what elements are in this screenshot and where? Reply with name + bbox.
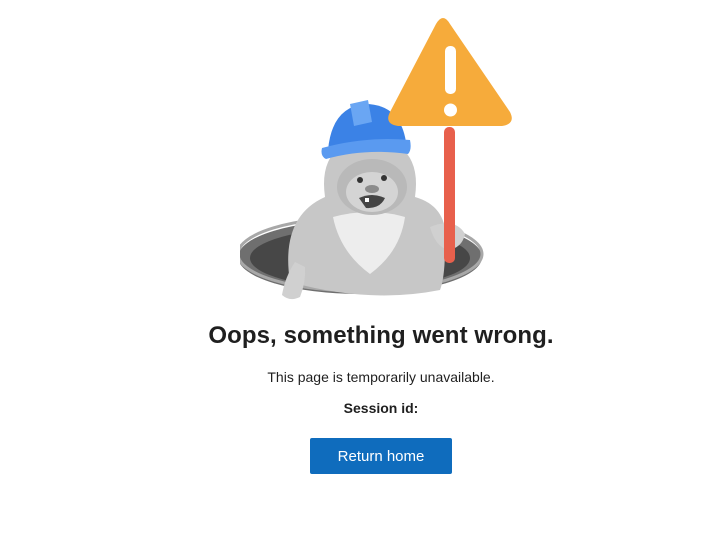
yeti-icon [282,137,465,300]
warning-sign-icon [388,18,512,126]
error-message: This page is temporarily unavailable. [267,369,495,385]
sign-pole-icon [444,127,455,263]
return-home-button[interactable]: Return home [310,438,452,474]
session-id-label: Session id: [343,400,419,416]
session-id: Session id: [0,400,716,416]
error-page: Oops, something went wrong. This page is… [0,0,716,554]
yeti-warning-illustration [240,18,512,300]
error-title: Oops, something went wrong. [208,322,554,349]
